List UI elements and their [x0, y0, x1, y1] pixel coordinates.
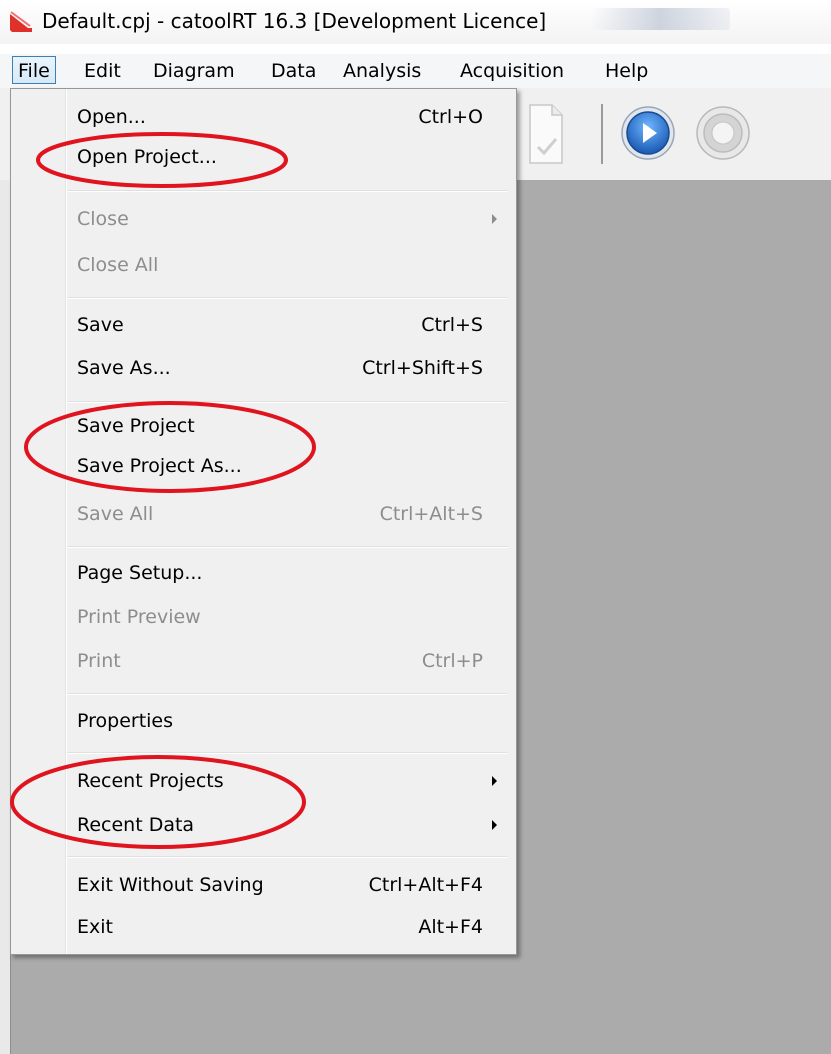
menu-item-shortcut: Ctrl+S: [421, 314, 483, 336]
menu-bar: File Edit Diagram Data Analysis Acquisit…: [0, 54, 831, 88]
submenu-arrow-icon: [492, 776, 497, 786]
menu-item-open-project[interactable]: Open Project...: [67, 137, 507, 177]
menu-item-shortcut: Ctrl+Alt+S: [379, 503, 483, 525]
menu-item-label: Exit Without Saving: [77, 874, 264, 896]
menu-item-label: Save: [77, 314, 124, 336]
menu-item-exit[interactable]: Exit Alt+F4: [67, 907, 507, 947]
menu-item-print: Print Ctrl+P: [67, 641, 507, 681]
submenu-arrow-icon: [492, 820, 497, 830]
menu-item-label: Save As...: [77, 357, 171, 379]
document-check-icon[interactable]: [528, 103, 564, 165]
background-window-blur: [590, 8, 730, 30]
menu-item-save-project[interactable]: Save Project: [67, 406, 507, 446]
menu-item-shortcut: Ctrl+P: [421, 650, 483, 672]
menu-item-label: Print: [77, 650, 121, 672]
menu-item-open[interactable]: Open... Ctrl+O: [67, 97, 507, 137]
menu-analysis[interactable]: Analysis: [343, 54, 421, 88]
menu-separator: [67, 190, 507, 192]
menu-edit[interactable]: Edit: [84, 54, 121, 88]
menu-item-label: Open...: [77, 106, 146, 128]
menu-file[interactable]: File: [12, 56, 56, 84]
menu-item-save-all: Save All Ctrl+Alt+S: [67, 494, 507, 534]
menu-item-label: Save Project As...: [77, 455, 242, 477]
menu-item-exit-without-saving[interactable]: Exit Without Saving Ctrl+Alt+F4: [67, 865, 507, 905]
menu-item-close-all: Close All: [67, 245, 507, 285]
menu-separator: [67, 297, 507, 299]
menu-item-shortcut: Alt+F4: [418, 916, 483, 938]
menu-item-label: Recent Projects: [77, 770, 224, 792]
menu-item-label: Close: [77, 208, 129, 230]
menu-item-shortcut: Ctrl+Shift+S: [362, 357, 483, 379]
app-icon: [10, 11, 32, 32]
window-title: Default.cpj - catoolRT 16.3 [Development…: [42, 9, 547, 33]
menu-item-label: Exit: [77, 916, 113, 938]
file-menu-dropdown: Open... Ctrl+O Open Project... Close Clo…: [10, 88, 517, 955]
menu-item-label: Close All: [77, 254, 159, 276]
menu-item-label: Save All: [77, 503, 154, 525]
menu-acquisition[interactable]: Acquisition: [460, 54, 564, 88]
menu-separator: [67, 856, 507, 858]
menu-item-label: Save Project: [77, 415, 195, 437]
menu-item-label: Recent Data: [77, 814, 195, 836]
menu-item-print-preview: Print Preview: [67, 597, 507, 637]
menu-separator: [67, 693, 507, 695]
title-bar: Default.cpj - catoolRT 16.3 [Development…: [0, 0, 831, 44]
menu-diagram[interactable]: Diagram: [153, 54, 235, 88]
menu-item-label: Page Setup...: [77, 562, 203, 584]
menu-item-save-as[interactable]: Save As... Ctrl+Shift+S: [67, 348, 507, 388]
menu-item-page-setup[interactable]: Page Setup...: [67, 553, 507, 593]
record-icon[interactable]: [695, 105, 751, 161]
play-icon[interactable]: [620, 105, 676, 161]
menu-item-recent-projects[interactable]: Recent Projects: [67, 761, 507, 801]
menu-item-recent-data[interactable]: Recent Data: [67, 805, 507, 845]
menu-item-label: Properties: [77, 710, 174, 732]
menu-help[interactable]: Help: [605, 54, 648, 88]
menu-item-save-project-as[interactable]: Save Project As...: [67, 446, 507, 486]
menu-item-label: Print Preview: [77, 606, 201, 628]
menu-item-close: Close: [67, 199, 507, 239]
menu-item-label: Open Project...: [77, 146, 217, 168]
menu-data[interactable]: Data: [271, 54, 316, 88]
toolbar-separator: [601, 104, 603, 164]
menu-item-save[interactable]: Save Ctrl+S: [67, 305, 507, 345]
menu-separator: [67, 401, 507, 403]
submenu-arrow-icon: [492, 214, 497, 224]
menu-item-shortcut: Ctrl+Alt+F4: [368, 874, 483, 896]
menu-item-properties[interactable]: Properties: [67, 701, 507, 741]
menu-item-shortcut: Ctrl+O: [418, 106, 483, 128]
menu-separator: [67, 752, 507, 754]
menu-separator: [67, 546, 507, 548]
